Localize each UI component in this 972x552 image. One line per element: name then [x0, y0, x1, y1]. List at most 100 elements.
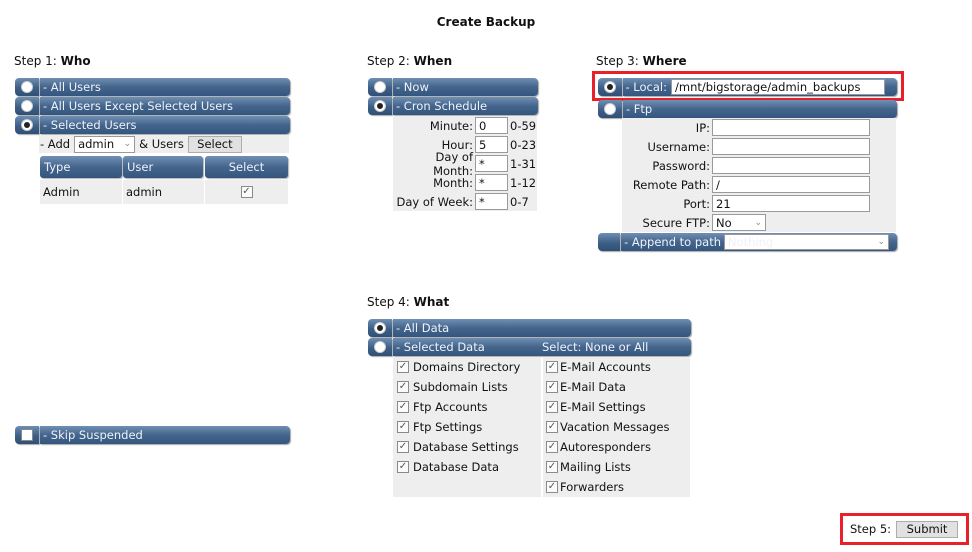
skip-suspended-label: - Skip Suspended	[40, 426, 290, 444]
cron-label: Day of Month:	[433, 149, 473, 178]
radio-button[interactable]	[368, 319, 392, 337]
day-of-month-input[interactable]: *	[475, 155, 508, 172]
cron-label: Month:	[433, 175, 473, 190]
radio-icon	[374, 81, 386, 93]
data-item-mailing-lists[interactable]: ✓ Mailing Lists	[543, 457, 690, 477]
remote-path-input[interactable]: /	[712, 176, 870, 193]
select-user-checkbox[interactable]: ✓	[240, 186, 253, 198]
day-of-week-input[interactable]: *	[475, 193, 508, 210]
checkbox-checked-icon[interactable]: ✓	[397, 441, 409, 453]
checkbox-checked-icon[interactable]: ✓	[397, 421, 409, 433]
data-item-vacation-messages[interactable]: ✓ Vacation Messages	[543, 417, 690, 437]
ftp-label: Username:	[647, 139, 711, 154]
option-all-users-except-selected[interactable]: - All Users Except Selected Users	[15, 97, 290, 115]
radio-button[interactable]	[368, 338, 392, 356]
option-label: - All Users Except Selected Users	[40, 97, 290, 115]
chevron-down-icon: ⌄	[123, 139, 132, 149]
select-none-or-all[interactable]: Select: None or All	[542, 340, 648, 354]
ftp-label: IP:	[695, 120, 710, 135]
data-item-ftp-settings[interactable]: ✓ Ftp Settings	[393, 417, 541, 437]
checkbox-checked-icon[interactable]: ✓	[546, 461, 558, 473]
option-now[interactable]: - Now	[368, 78, 538, 96]
data-item-label: E-Mail Data	[560, 380, 626, 394]
option-all-data[interactable]: - All Data	[368, 319, 691, 337]
radio-icon	[21, 81, 33, 93]
data-item-label: Domains Directory	[413, 360, 521, 374]
add-user-select-value: admin	[78, 137, 115, 151]
cron-range: 1-12	[510, 175, 537, 190]
ftp-fields: IP: Username: Password: Remote Path: / P…	[622, 118, 896, 232]
data-item-database-data[interactable]: ✓ Database Data	[393, 457, 541, 477]
checkbox-checked-icon[interactable]: ✓	[546, 381, 558, 393]
data-item-label: Vacation Messages	[560, 420, 670, 434]
month-input[interactable]: *	[475, 174, 508, 191]
append-to-path-select[interactable]: Nothing ⌄	[724, 234, 889, 250]
step4-title: What	[413, 295, 450, 309]
radio-button[interactable]	[15, 116, 39, 134]
username-input[interactable]	[712, 138, 870, 155]
ftp-row-port: Port: 21	[622, 194, 896, 213]
checkbox-checked-icon[interactable]: ✓	[546, 421, 558, 433]
checkbox-checked-icon[interactable]: ✓	[397, 361, 409, 373]
checkbox-checked-icon[interactable]: ✓	[397, 401, 409, 413]
column-header-select[interactable]: Select	[205, 156, 288, 178]
checkbox-checked-icon[interactable]: ✓	[546, 401, 558, 413]
data-item-email-data[interactable]: ✓ E-Mail Data	[543, 377, 690, 397]
checkbox-checked-icon[interactable]: ✓	[546, 441, 558, 453]
data-item-label: E-Mail Accounts	[560, 360, 651, 374]
data-item-forwarders[interactable]: ✓ Forwarders	[543, 477, 690, 497]
table-row: Admin admin ✓	[40, 180, 288, 204]
skip-suspended-row[interactable]: - Skip Suspended	[15, 426, 290, 444]
radio-button[interactable]	[15, 78, 39, 96]
checkbox-checked-icon[interactable]: ✓	[546, 481, 558, 493]
column-header-type[interactable]: Type	[40, 156, 122, 178]
add-user-select[interactable]: admin ⌄	[74, 135, 136, 153]
data-item-label: Mailing Lists	[560, 460, 631, 474]
option-all-users[interactable]: - All Users	[15, 78, 290, 96]
cron-row-day-of-week: Day of Week: * 0-7	[393, 192, 537, 211]
option-ftp[interactable]: - Ftp	[598, 100, 897, 118]
skip-suspended-checkbox[interactable]	[15, 426, 39, 444]
data-item-email-settings[interactable]: ✓ E-Mail Settings	[543, 397, 690, 417]
radio-button[interactable]	[368, 97, 392, 115]
step4-label: Step 4:	[367, 295, 410, 309]
data-row: ✓ Forwarders	[393, 477, 690, 497]
data-item-subdomain-lists[interactable]: ✓ Subdomain Lists	[393, 377, 541, 397]
data-item-label: Forwarders	[560, 480, 625, 494]
ftp-row-username: Username:	[622, 137, 896, 156]
radio-button[interactable]	[598, 100, 622, 118]
checkbox-checked-icon[interactable]: ✓	[546, 361, 558, 373]
data-item-label: Subdomain Lists	[413, 380, 508, 394]
step2-label: Step 2:	[367, 54, 410, 68]
append-to-path-row: - Append to path Nothing ⌄	[598, 233, 897, 251]
data-item-email-accounts[interactable]: ✓ E-Mail Accounts	[543, 357, 690, 377]
radio-button[interactable]	[15, 97, 39, 115]
data-item-database-settings[interactable]: ✓ Database Settings	[393, 437, 541, 457]
ftp-row-ip: IP:	[622, 118, 896, 137]
submit-button[interactable]: Submit	[896, 520, 959, 538]
secure-ftp-select[interactable]: No ⌄	[712, 214, 766, 231]
column-header-user[interactable]: User	[123, 156, 203, 178]
data-item-domains-directory[interactable]: ✓ Domains Directory	[393, 357, 541, 377]
checkbox-checked-icon[interactable]: ✓	[397, 381, 409, 393]
ftp-label: Secure FTP:	[642, 215, 710, 230]
cron-range: 0-23	[510, 137, 537, 152]
radio-button[interactable]	[368, 78, 392, 96]
option-cron-schedule[interactable]: - Cron Schedule	[368, 97, 538, 115]
checkbox-checked-icon[interactable]: ✓	[397, 461, 409, 473]
ftp-label: Port:	[683, 196, 710, 211]
option-selected-data[interactable]: - Selected Data Select: None or All	[368, 338, 691, 356]
data-item-autoresponders[interactable]: ✓ Autoresponders	[543, 437, 690, 457]
selected-data-bar: - Selected Data Select: None or All	[393, 338, 691, 356]
password-input[interactable]	[712, 157, 870, 174]
add-label: - Add	[40, 137, 71, 151]
select-users-button[interactable]: Select	[187, 135, 242, 153]
option-label: - All Users	[40, 78, 290, 96]
hour-input[interactable]: 5	[475, 136, 508, 153]
option-selected-users[interactable]: - Selected Users	[15, 116, 290, 134]
port-input[interactable]: 21	[712, 195, 870, 212]
data-item-ftp-accounts[interactable]: ✓ Ftp Accounts	[393, 397, 541, 417]
minute-input[interactable]: 0	[475, 117, 508, 134]
option-label: - Selected Users	[40, 116, 290, 134]
ip-input[interactable]	[712, 119, 870, 136]
